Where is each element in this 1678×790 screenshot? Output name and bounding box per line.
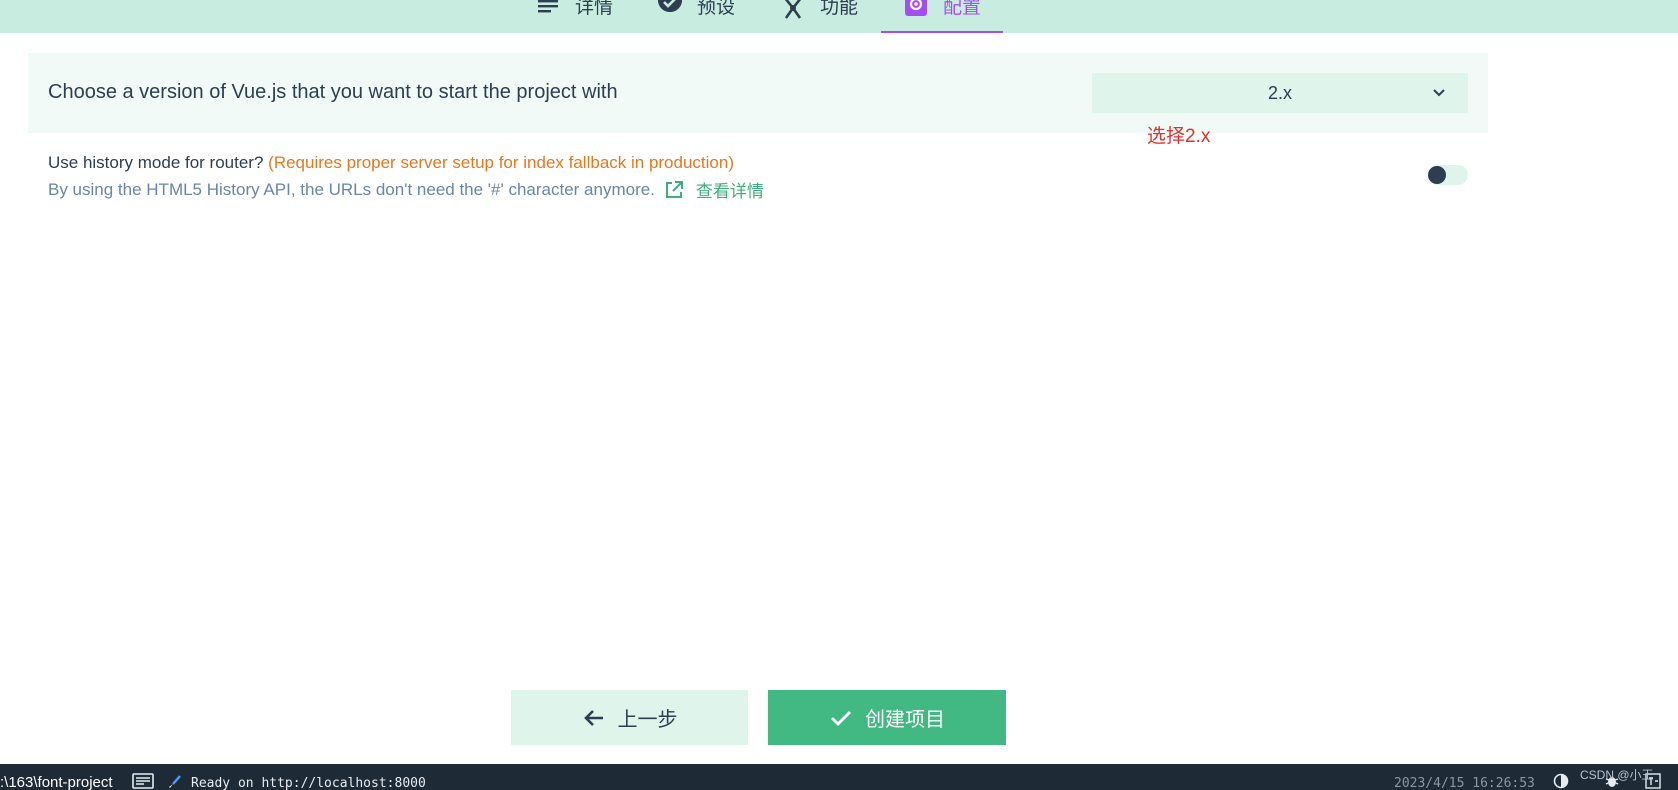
gear-icon (903, 0, 929, 26)
previous-step-label: 上一步 (617, 709, 678, 731)
prompt-vue-version: Choose a version of Vue.js that you want… (28, 53, 1488, 133)
prompt-history-description: By using the HTML5 History API, the URLs… (48, 177, 764, 202)
external-link-icon[interactable] (664, 180, 684, 200)
server-status: Ready on http://localhost:8000 (191, 776, 426, 790)
watermark: CSDN @小王 (1580, 768, 1654, 782)
tab-features-label: 功能 (820, 0, 859, 18)
brush-icon (169, 775, 181, 788)
prompt-history-question: Use history mode for router? (Requires p… (48, 153, 734, 173)
tab-presets[interactable]: 预设 (657, 0, 735, 33)
vue-version-select[interactable]: 2.x (1092, 73, 1468, 113)
toggle-knob (1428, 166, 1446, 184)
tab-details-label: 详情 (575, 0, 614, 18)
prompt-vue-version-question: Choose a version of Vue.js that you want… (48, 81, 618, 103)
create-project-label: 创建项目 (865, 709, 945, 731)
prompt-history-warning: (Requires proper server setup for index … (268, 153, 734, 172)
status-bar: :\163\font-project Ready on http://local… (0, 764, 1678, 790)
history-mode-toggle[interactable] (1428, 165, 1468, 185)
arrow-left-icon (582, 706, 606, 730)
dark-mode-icon[interactable] (1553, 773, 1569, 789)
checkmark-icon (829, 706, 853, 730)
timestamp: 2023/4/15 16:26:53 (1394, 776, 1535, 790)
fork-icon (780, 0, 806, 26)
terminal-icon[interactable] (132, 773, 154, 789)
project-path[interactable]: :\163\font-project (0, 774, 113, 790)
list-icon (535, 0, 561, 26)
tab-config-label: 配置 (943, 0, 982, 18)
chevron-down-icon (1433, 89, 1445, 97)
previous-step-button[interactable]: 上一步 (511, 690, 748, 745)
annotation-note: 选择2.x (1147, 126, 1211, 147)
tab-config[interactable]: 配置 (881, 0, 1003, 33)
create-project-button[interactable]: 创建项目 (768, 690, 1006, 745)
tab-presets-label: 预设 (697, 0, 736, 18)
more-info-link[interactable]: 查看详情 (696, 177, 764, 202)
check-circle-icon (657, 0, 683, 26)
vue-version-selected-value: 2.x (1267, 83, 1292, 103)
prompt-history-question-text: Use history mode for router? (48, 153, 264, 172)
top-tab-bar: 详情 预设 功能 配置 (0, 0, 1678, 33)
tab-details[interactable]: 详情 (535, 0, 613, 33)
prompt-history-description-text: By using the HTML5 History API, the URLs… (48, 179, 655, 199)
tab-features[interactable]: 功能 (780, 0, 858, 33)
